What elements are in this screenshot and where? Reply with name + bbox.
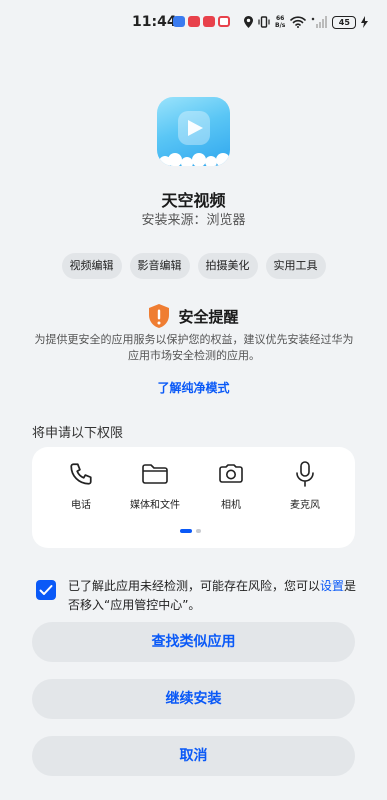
page-indicator [180, 529, 201, 533]
permission-camera: 相机 [196, 459, 266, 511]
permission-label: 媒体和文件 [130, 500, 180, 511]
app-tag: 影音编辑 [129, 253, 190, 279]
network-speed: 66 B/s [275, 15, 286, 29]
page-dot-active [180, 529, 192, 533]
permission-label: 相机 [221, 500, 241, 511]
continue-install-button[interactable]: 继续安装 [32, 679, 355, 719]
consent-text: 已了解此应用未经检测，可能存在风险，您可以设置是否移入“应用管控中心”。 [68, 577, 358, 615]
notification-icon-3 [203, 16, 215, 27]
security-title-text: 安全提醒 [178, 307, 239, 326]
vibrate-icon [258, 16, 270, 28]
permission-phone: 电话 [46, 459, 116, 511]
charging-icon [361, 16, 369, 28]
app-icon [157, 97, 230, 166]
notification-icon-1 [173, 16, 185, 27]
permission-microphone: 麦克风 [270, 459, 340, 511]
battery-indicator: 45 [332, 15, 357, 29]
consent-checkbox[interactable] [36, 580, 56, 600]
cancel-button[interactable]: 取消 [32, 736, 355, 776]
wifi-icon [290, 16, 307, 28]
page-dot [196, 529, 201, 533]
app-name: 天空视频 [161, 191, 226, 210]
app-tags: 视频编辑 影音编辑 拍摄美化 实用工具 [0, 253, 387, 279]
pure-mode-link[interactable]: 了解纯净模式 [0, 379, 387, 396]
permissions-card[interactable]: 电话 媒体和文件 相机 麦克风 [32, 447, 355, 548]
app-tag: 视频编辑 [61, 253, 122, 279]
location-icon [244, 16, 253, 28]
cellular-signal-icon [311, 16, 328, 28]
install-source: 安装来源：浏览器 [141, 213, 246, 228]
consent-text-before: 已了解此应用未经检测，可能存在风险，您可以 [68, 579, 321, 593]
status-bar: 11:44 66 B/s 45 [0, 0, 387, 44]
phone-icon [70, 463, 92, 485]
security-description: 为提供更安全的应用服务以保护您的权益，建议优先安装经过华为应用市场安全检测的应用… [34, 333, 354, 362]
security-alert-title: 安全提醒 [0, 303, 387, 329]
permission-label: 麦克风 [290, 500, 320, 511]
microphone-icon [296, 461, 314, 487]
folder-icon [142, 464, 168, 484]
permission-label: 电话 [71, 500, 91, 511]
app-tag: 拍摄美化 [197, 253, 258, 279]
status-time: 11:44 [132, 14, 177, 30]
notification-icon-2 [188, 16, 200, 27]
settings-link[interactable]: 设置 [320, 579, 344, 593]
app-tag: 实用工具 [265, 253, 326, 279]
warning-shield-icon [149, 304, 170, 328]
permissions-heading: 将申请以下权限 [32, 426, 124, 441]
notification-icon-4 [218, 16, 230, 27]
camera-icon [219, 464, 243, 483]
checkmark-icon [39, 585, 53, 595]
permission-media-files: 媒体和文件 [120, 459, 190, 511]
find-similar-apps-button[interactable]: 查找类似应用 [32, 622, 355, 662]
